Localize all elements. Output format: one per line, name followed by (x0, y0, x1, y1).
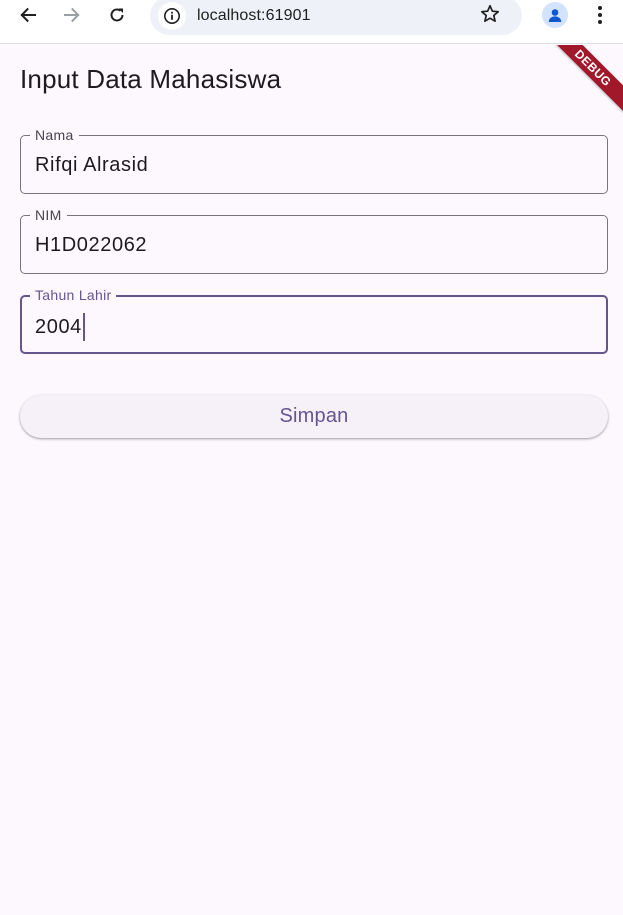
app-page: Input Data Mahasiswa Nama Rifqi Alrasid … (0, 45, 623, 915)
forward-arrow-icon[interactable] (59, 2, 85, 28)
profile-icon[interactable] (542, 2, 568, 28)
tahun-lahir-input[interactable]: 2004 (35, 315, 82, 339)
nim-field[interactable]: NIM H1D022062 (20, 206, 608, 274)
more-menu-icon[interactable] (589, 3, 611, 27)
nama-field[interactable]: Nama Rifqi Alrasid (20, 126, 608, 194)
site-info-icon[interactable] (158, 2, 186, 30)
debug-banner: DEBUG (544, 45, 623, 117)
browser-toolbar: localhost:61901 (0, 0, 623, 44)
tahun-lahir-label: Tahun Lahir (30, 286, 117, 304)
page-title: Input Data Mahasiswa (20, 64, 282, 94)
save-button[interactable]: Simpan (20, 395, 608, 438)
bookmark-star-icon[interactable] (480, 4, 500, 29)
address-bar[interactable]: localhost:61901 (150, 0, 522, 35)
reload-icon[interactable] (104, 2, 130, 28)
back-arrow-icon[interactable] (15, 2, 41, 28)
url-text[interactable]: localhost:61901 (197, 7, 311, 25)
nama-input[interactable]: Rifqi Alrasid (35, 153, 148, 177)
tahun-lahir-field[interactable]: Tahun Lahir 2004 (20, 286, 608, 354)
text-cursor (82, 313, 85, 341)
nama-label: Nama (30, 126, 79, 144)
nim-label: NIM (30, 206, 67, 224)
nim-input[interactable]: H1D022062 (35, 233, 147, 257)
